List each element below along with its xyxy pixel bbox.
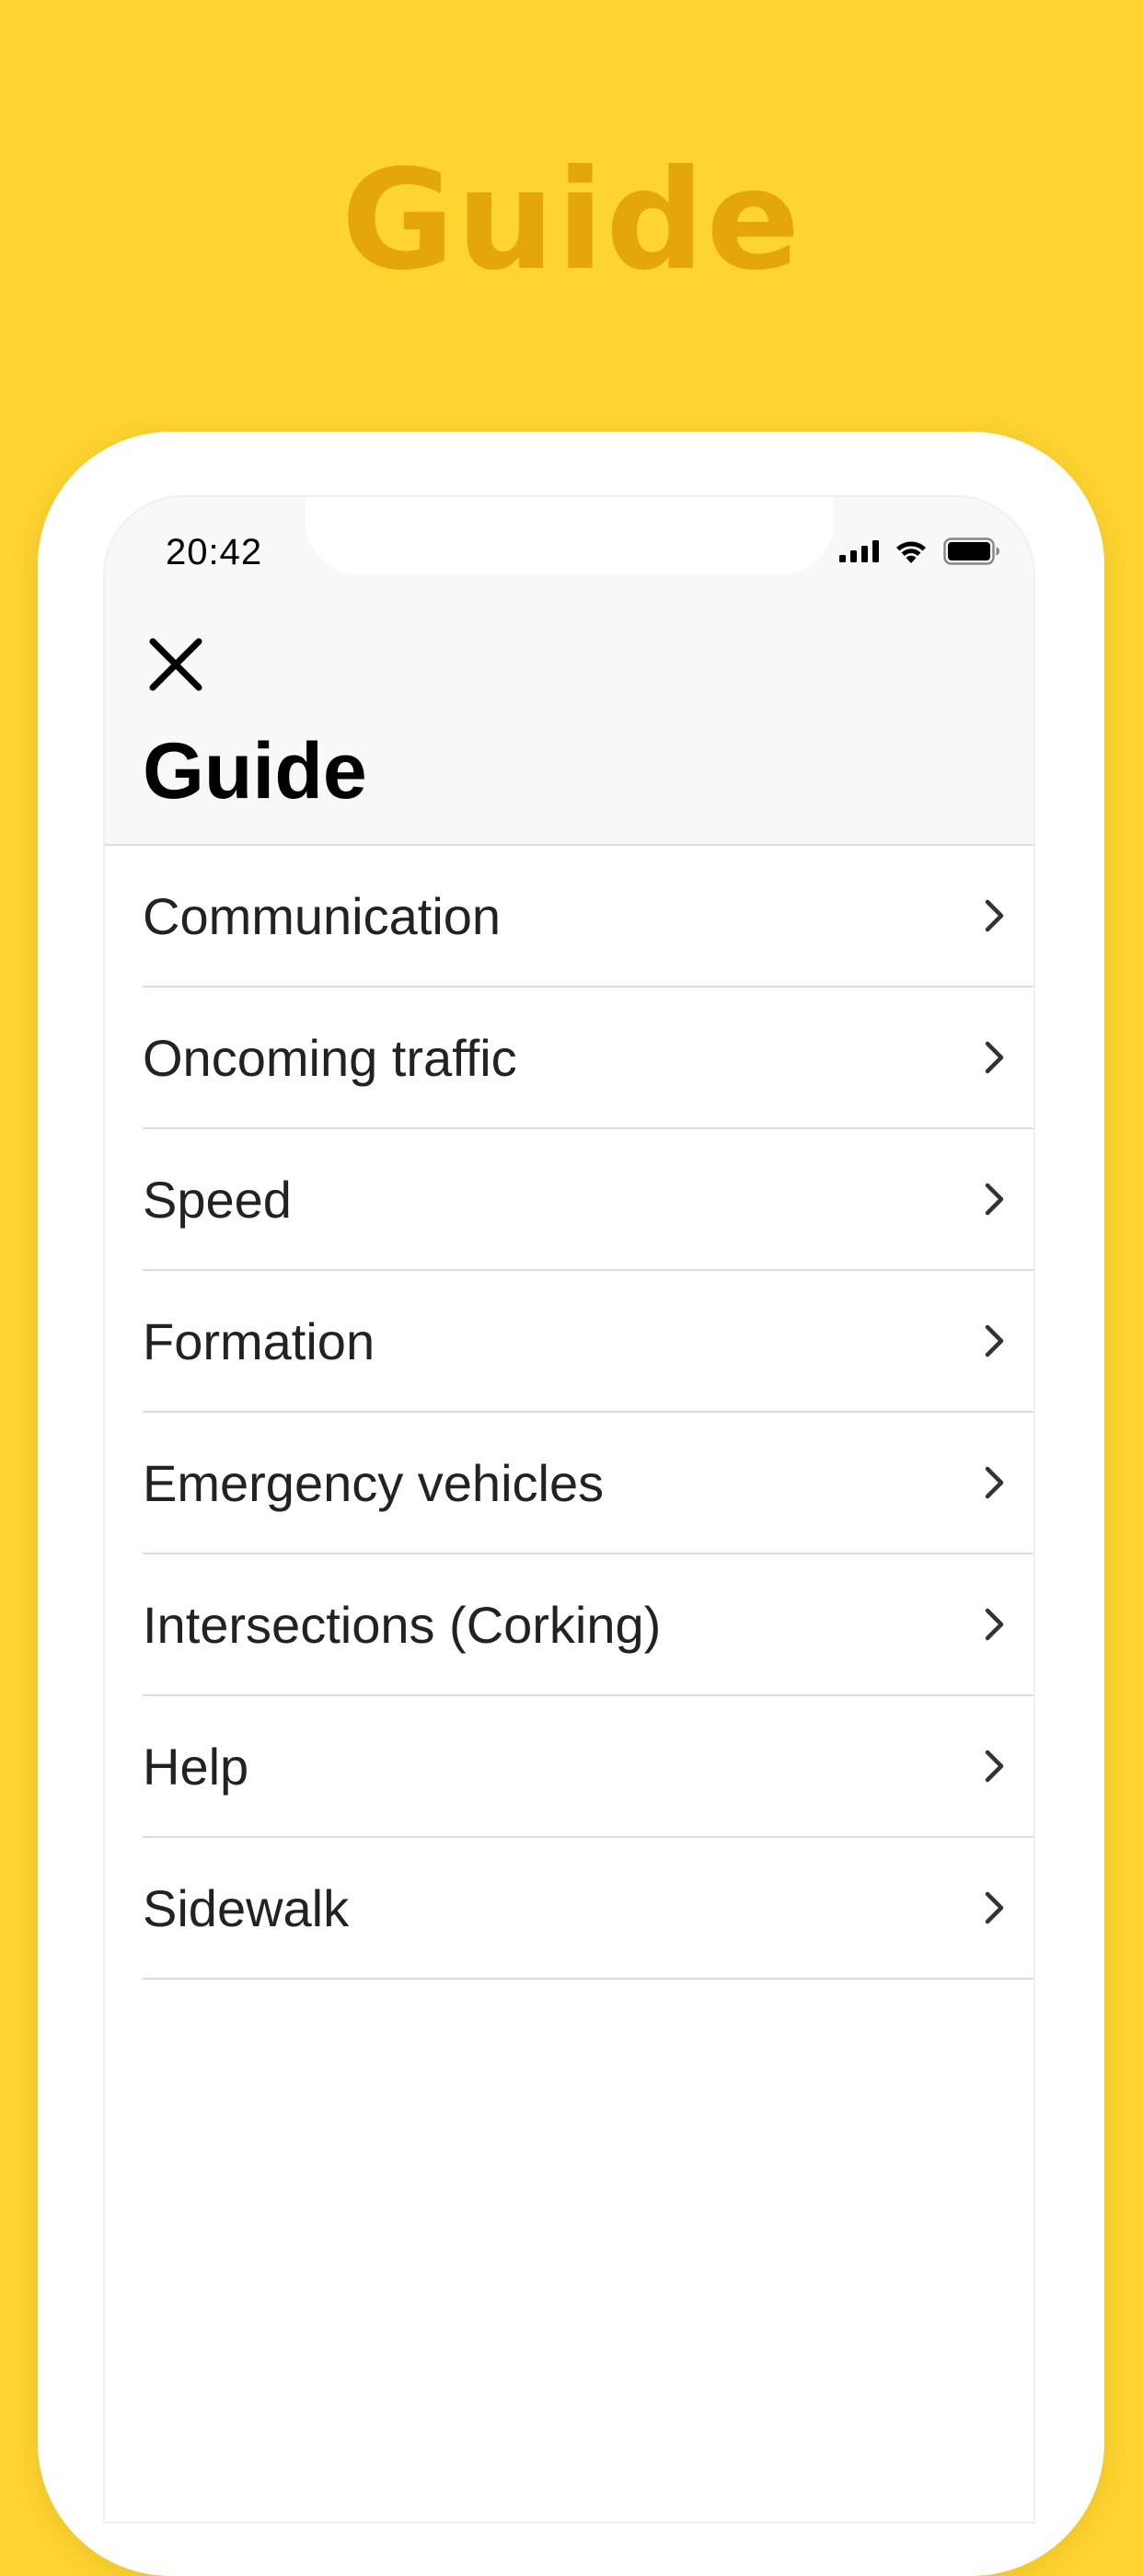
- guide-item-label: Formation: [143, 1311, 375, 1370]
- chevron-right-icon: [985, 1324, 1004, 1357]
- guide-item-communication[interactable]: Communication: [143, 846, 1033, 988]
- chevron-right-icon: [985, 1891, 1004, 1924]
- chevron-right-icon: [985, 1183, 1004, 1216]
- guide-item-label: Oncoming traffic: [143, 1028, 517, 1087]
- chevron-right-icon: [985, 1466, 1004, 1499]
- guide-item-label: Emergency vehicles: [143, 1453, 605, 1512]
- wifi-icon: [896, 541, 926, 563]
- guide-item-sidewalk[interactable]: Sidewalk: [143, 1838, 1033, 1980]
- status-icons: [839, 536, 1000, 567]
- guide-list: Communication Oncoming traffic Speed For…: [143, 846, 1033, 1980]
- status-time: 20:42: [166, 532, 263, 572]
- chevron-right-icon: [985, 1041, 1004, 1074]
- chevron-right-icon: [985, 899, 1004, 932]
- guide-item-label: Communication: [143, 886, 502, 945]
- guide-item-help[interactable]: Help: [143, 1696, 1033, 1838]
- guide-item-label: Intersections (Corking): [143, 1595, 662, 1654]
- guide-item-oncoming-traffic[interactable]: Oncoming traffic: [143, 988, 1033, 1129]
- chevron-right-icon: [985, 1750, 1004, 1783]
- guide-item-speed[interactable]: Speed: [143, 1129, 1033, 1271]
- guide-item-label: Help: [143, 1737, 249, 1796]
- battery-icon: [943, 537, 999, 565]
- header-area: 20:42 Guide: [105, 497, 1033, 845]
- page-title: Guide: [143, 727, 367, 815]
- guide-item-label: Sidewalk: [143, 1878, 350, 1937]
- app-screen: 20:42 Guide Communication Oncoming traff…: [105, 497, 1033, 2522]
- close-icon: [149, 638, 202, 691]
- chevron-right-icon: [985, 1608, 1004, 1641]
- notch: [306, 497, 834, 574]
- guide-item-intersections[interactable]: Intersections (Corking): [143, 1554, 1033, 1696]
- guide-item-emergency-vehicles[interactable]: Emergency vehicles: [143, 1413, 1033, 1554]
- guide-item-formation[interactable]: Formation: [143, 1271, 1033, 1413]
- close-button[interactable]: [142, 630, 210, 699]
- banner-title: Guide: [341, 141, 802, 301]
- guide-item-label: Speed: [143, 1170, 292, 1229]
- signal-icon: [839, 540, 879, 562]
